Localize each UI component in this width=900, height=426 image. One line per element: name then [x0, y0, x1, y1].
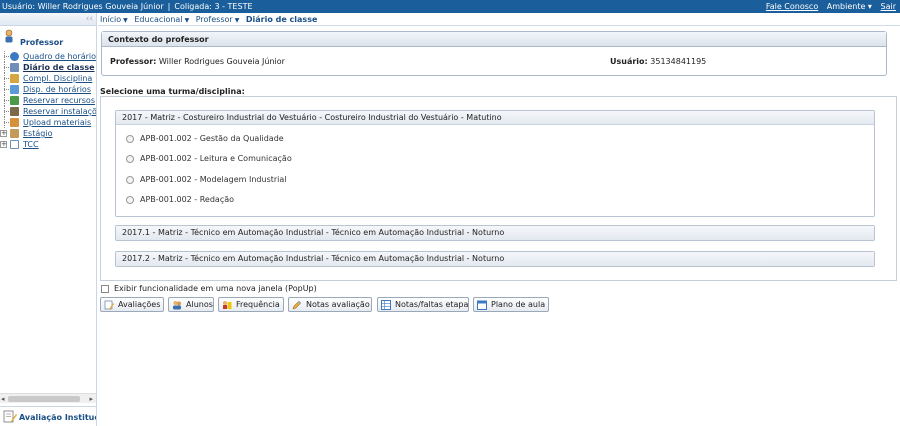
document-icon — [10, 140, 19, 149]
collapse-left-icon[interactable]: ‹‹ — [86, 14, 93, 24]
scrollbar-thumb[interactable] — [8, 396, 80, 402]
professor-value: Willer Rodrigues Gouveia Júnior — [158, 57, 285, 66]
breadcrumb-inicio[interactable]: Início — [100, 15, 121, 24]
sidebar-item-diario-classe[interactable]: Diário de classe — [0, 62, 96, 73]
teacher-icon — [5, 29, 13, 43]
evaluation-pencil-icon — [3, 410, 17, 423]
coligada-text: Coligada: 3 - TESTE — [174, 2, 253, 11]
calendar-icon — [477, 300, 487, 310]
sidebar-item-label[interactable]: Quadro de horários — [23, 51, 96, 62]
notas-faltas-etapa-button[interactable]: Notas/faltas etapa — [377, 297, 469, 312]
popup-checkbox-label[interactable]: Exibir funcionalidade em uma nova janela… — [114, 284, 317, 293]
sidebar-footer-item[interactable]: Avaliação Institucional — [0, 406, 96, 426]
sidebar-item-upload-materiais[interactable]: Upload materiais — [0, 117, 96, 128]
class-group-header[interactable]: 2017 - Matriz - Costureiro Industrial do… — [116, 111, 874, 125]
class-group: 2017 - Matriz - Costureiro Industrial do… — [115, 110, 875, 217]
top-bar: Usuário: Willer Rodrigues Gouveia Júnior… — [0, 0, 900, 13]
notas-avaliacao-button[interactable]: Notas avaliação — [288, 297, 372, 312]
breadcrumb-educacional[interactable]: Educacional — [134, 15, 182, 24]
pencil-icon — [10, 74, 19, 83]
students-icon — [173, 301, 181, 310]
class-group[interactable]: 2017.2 - Matriz - Técnico em Automação I… — [115, 251, 875, 267]
sidebar-item-label[interactable]: Reservar recursos — [23, 95, 95, 106]
evaluation-icon — [104, 300, 114, 310]
radio-button[interactable] — [126, 176, 134, 184]
grid-icon — [381, 300, 391, 310]
sidebar-item-reservar-recursos[interactable]: Reservar recursos — [0, 95, 96, 106]
sidebar-item-label[interactable]: Reservar instalações — [23, 106, 96, 117]
avaliacoes-button[interactable]: Avaliações — [100, 297, 164, 312]
sidebar-item-label[interactable]: Disp. de horários — [23, 84, 91, 95]
radio-button[interactable] — [126, 196, 134, 204]
alunos-button[interactable]: Alunos — [168, 297, 214, 312]
teacher-context-panel: Contexto do professor Professor: Willer … — [101, 31, 887, 76]
user-info: Usuário: 35134841195 — [610, 57, 706, 66]
sidebar-collapse-bar[interactable]: ‹‹ — [0, 13, 96, 26]
sidebar-item-label[interactable]: Upload materiais — [23, 117, 91, 128]
discipline-label[interactable]: APB-001.002 - Redação — [140, 194, 234, 206]
building-icon — [10, 107, 19, 116]
sidebar-title: Professor — [20, 38, 64, 47]
grade-pencil-icon — [292, 300, 302, 310]
sidebar-item-label[interactable]: TCC — [23, 139, 39, 150]
context-panel-title: Contexto do professor — [102, 32, 886, 47]
chevron-down-icon[interactable]: ▼ — [123, 17, 128, 24]
sidebar-item-disp-horarios[interactable]: Disp. de horários — [0, 84, 96, 95]
chevron-down-icon[interactable]: ▼ — [235, 17, 240, 24]
expand-plus-icon[interactable]: + — [0, 141, 7, 148]
sidebar-item-label[interactable]: Estágio — [23, 128, 52, 139]
person-icon — [10, 129, 19, 138]
clock-icon — [10, 52, 19, 61]
chevron-down-icon[interactable]: ▼ — [185, 17, 190, 24]
upload-icon — [10, 118, 19, 127]
sidebar-item-label[interactable]: Diário de classe — [23, 62, 95, 73]
expand-plus-icon[interactable]: + — [0, 130, 7, 137]
breadcrumb-current: Diário de classe — [245, 15, 318, 24]
popup-checkbox[interactable] — [101, 285, 109, 293]
calendar-icon — [10, 85, 19, 94]
class-group-header[interactable]: 2017.1 - Matriz - Técnico em Automação I… — [116, 226, 874, 240]
sidebar-header: Professor — [2, 29, 96, 49]
checklist-icon — [10, 96, 19, 105]
contact-link[interactable]: Fale Conosco — [766, 2, 818, 11]
sidebar-item-reservar-instalacoes[interactable]: Reservar instalações — [0, 106, 96, 117]
sidebar-footer-label[interactable]: Avaliação Institucional — [19, 413, 96, 422]
sidebar-menu: Quadro de horários Diário de classe Comp… — [0, 51, 96, 150]
scroll-left-icon[interactable]: ◂ — [1, 394, 5, 404]
top-bar-links: Fale Conosco Ambiente ▾ Sair — [760, 0, 896, 13]
class-group[interactable]: 2017.1 - Matriz - Técnico em Automação I… — [115, 225, 875, 241]
sidebar-horizontal-scrollbar[interactable]: ◂ ▸ — [0, 393, 96, 404]
plano-de-aula-button[interactable]: Plano de aula — [473, 297, 549, 312]
select-class-label: Selecione uma turma/disciplina: — [100, 87, 245, 96]
class-group-header[interactable]: 2017.2 - Matriz - Técnico em Automação I… — [116, 252, 874, 266]
sidebar-item-estagio[interactable]: + Estágio — [0, 128, 96, 139]
logout-link[interactable]: Sair — [881, 2, 897, 11]
class-selection-frame: 2017 - Matriz - Costureiro Industrial do… — [100, 96, 897, 281]
sidebar: ‹‹ Professor Quadro de horários Diário d… — [0, 13, 97, 426]
sidebar-item-quadro-horarios[interactable]: Quadro de horários — [0, 51, 96, 62]
discipline-label[interactable]: APB-001.002 - Modelagem Industrial — [140, 174, 287, 186]
radio-button[interactable] — [126, 155, 134, 163]
radio-button[interactable] — [126, 135, 134, 143]
book-icon — [10, 63, 19, 72]
frequencia-button[interactable]: Frequência — [218, 297, 284, 312]
sidebar-item-tcc[interactable]: + TCC — [0, 139, 96, 150]
environment-menu[interactable]: Ambiente ▾ — [827, 2, 872, 11]
context-panel-body: Professor: Willer Rodrigues Gouveia Júni… — [102, 47, 886, 75]
sidebar-item-compl-disciplina[interactable]: Compl. Disciplina — [0, 73, 96, 84]
attendance-icon — [223, 301, 232, 309]
professor-info: Professor: Willer Rodrigues Gouveia Júni… — [110, 57, 285, 66]
sidebar-item-label[interactable]: Compl. Disciplina — [23, 73, 92, 84]
top-bar-info: Usuário: Willer Rodrigues Gouveia Júnior… — [2, 2, 253, 11]
usuario-value: 35134841195 — [650, 57, 707, 66]
scroll-right-icon[interactable]: ▸ — [89, 394, 93, 404]
professor-label: Professor: — [110, 57, 157, 66]
breadcrumb-professor[interactable]: Professor — [196, 15, 233, 24]
discipline-label[interactable]: APB-001.002 - Gestão da Qualidade — [140, 133, 284, 145]
breadcrumb: Início ▼ Educacional ▼ Professor ▼ Diário d… — [98, 13, 900, 26]
user-name-text: Usuário: Willer Rodrigues Gouveia Júnior — [2, 2, 164, 11]
discipline-label[interactable]: APB-001.002 - Leitura e Comunicação — [140, 153, 292, 165]
usuario-label: Usuário: — [610, 57, 648, 66]
